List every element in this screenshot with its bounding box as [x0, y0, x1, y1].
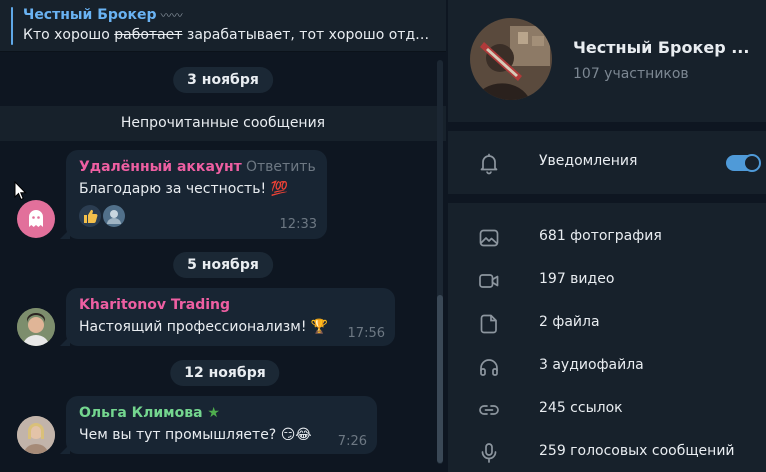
message-time: 17:56: [347, 326, 385, 341]
user-photo-icon: [17, 308, 55, 346]
pinned-accent-bar: [11, 7, 13, 45]
channel-title: Честный Брокер ...: [573, 38, 750, 57]
user-avatar-icon: [107, 210, 121, 224]
message-text: Чем вы тут промышляете? 😏😂: [79, 427, 312, 443]
thumbs-up-icon: [84, 209, 98, 223]
bell-icon: [480, 153, 498, 175]
pinned-text: Кто хорошо работает зарабатывает, тот хо…: [23, 27, 437, 43]
avatar-kharitonov-trading[interactable]: [17, 308, 55, 346]
section-divider: [448, 194, 766, 203]
message-time: 12:33: [279, 217, 317, 232]
media-row-photos[interactable]: 681 фотография: [448, 217, 766, 259]
chat-scrollbar-thumb[interactable]: [437, 295, 443, 463]
unread-messages-divider: Непрочитанные сообщения: [0, 106, 446, 141]
pinned-struck-word: работает: [114, 27, 183, 43]
message-text: Настоящий профессионализм! 🏆: [79, 319, 329, 335]
date-separator: 12 ноября: [170, 360, 280, 386]
photo-icon: [479, 229, 499, 247]
pinned-title: Честный Брокер: [23, 7, 157, 23]
file-icon: [480, 314, 497, 334]
notifications-label: Уведомления: [539, 153, 638, 169]
pinned-emoji: 〰〰: [160, 9, 183, 22]
message-bubble[interactable]: Ольга Климова ★ Чем вы тут промышляете? …: [60, 396, 377, 454]
message-author[interactable]: Ольга Климова ★: [79, 405, 220, 421]
microphone-icon: [481, 443, 497, 463]
video-icon: [479, 274, 499, 288]
reaction-user-avatar[interactable]: [103, 205, 125, 227]
link-icon: [479, 405, 499, 415]
mouse-cursor-icon: [14, 181, 27, 201]
channel-info-pane: Честный Брокер ... 107 участников Уведом…: [448, 0, 766, 472]
chat-pane: Честный Брокер 〰〰 Кто хорошо работает зар…: [0, 0, 446, 472]
avatar-olga-klimova[interactable]: [17, 416, 55, 454]
avatar-deleted-account[interactable]: [17, 200, 55, 238]
date-separator: 5 ноября: [173, 252, 273, 278]
message-author[interactable]: Kharitonov Trading: [79, 297, 230, 313]
media-row-videos[interactable]: 197 видео: [448, 260, 766, 302]
message-time: 7:26: [337, 434, 367, 449]
media-row-links[interactable]: 245 ссылок: [448, 389, 766, 431]
media-row-voice[interactable]: 259 голосовых сообщений: [448, 432, 766, 472]
star-icon: ★: [207, 405, 220, 421]
message-author[interactable]: Удалённый аккаунт: [79, 159, 242, 175]
channel-member-count: 107 участников: [573, 66, 689, 82]
message-bubble[interactable]: Kharitonov Trading Настоящий профессиона…: [60, 288, 395, 346]
reply-button[interactable]: Ответить: [246, 159, 316, 175]
pinned-message[interactable]: Честный Брокер 〰〰 Кто хорошо работает зар…: [0, 0, 446, 52]
message-text: Благодарю за честность! 💯: [79, 181, 288, 197]
date-separator: 3 ноября: [173, 67, 273, 93]
ghost-icon: [29, 210, 43, 227]
notifications-row[interactable]: Уведомления: [448, 142, 766, 184]
notifications-toggle[interactable]: [726, 154, 761, 172]
media-row-files[interactable]: 2 файла: [448, 303, 766, 345]
headphones-icon: [480, 359, 498, 376]
user-photo-icon: [17, 416, 55, 454]
channel-avatar[interactable]: [470, 18, 552, 100]
channel-photo-icon: [470, 18, 552, 100]
media-row-audio[interactable]: 3 аудиофайла: [448, 346, 766, 388]
message-bubble[interactable]: Удалённый аккаунт Ответить Благодарю за …: [60, 150, 327, 239]
section-divider: [448, 122, 766, 131]
reaction-thumbs-up[interactable]: [79, 205, 101, 227]
